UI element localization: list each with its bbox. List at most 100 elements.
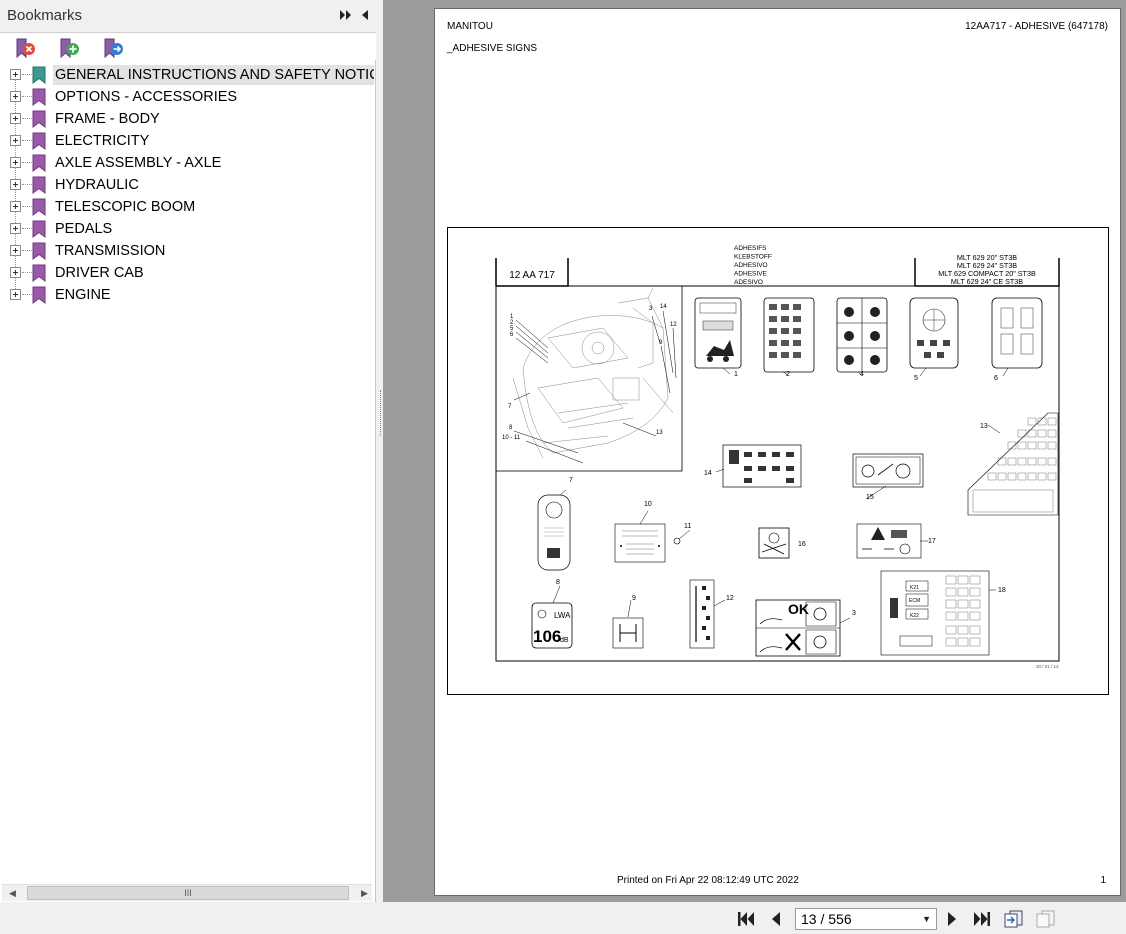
first-page-icon[interactable] xyxy=(736,909,756,929)
scroll-left-icon[interactable]: ◀ xyxy=(9,888,19,899)
last-page-icon[interactable] xyxy=(972,909,992,929)
svg-text:15: 15 xyxy=(866,494,874,501)
expand-icon[interactable] xyxy=(10,267,21,278)
svg-text:10: 10 xyxy=(644,501,652,508)
expand-icon[interactable] xyxy=(10,113,21,124)
expand-icon[interactable] xyxy=(10,201,21,212)
sticker-10: 10 xyxy=(614,501,666,563)
tree-connector xyxy=(22,228,32,229)
bookmark-item[interactable]: AXLE ASSEMBLY - AXLE xyxy=(0,152,376,174)
title-lines: ADHESIFS KLEBSTOFFADHESIVO ADHESIVEADESIVO xyxy=(734,245,772,286)
tree-connector xyxy=(22,294,32,295)
tree-connector xyxy=(22,118,32,119)
bookmark-label[interactable]: FRAME - BODY xyxy=(53,109,162,129)
bookmark-icon xyxy=(32,220,46,238)
expand-icon[interactable] xyxy=(10,69,21,80)
bookmark-item[interactable]: TELESCOPIC BOOM xyxy=(0,196,376,218)
bookmark-item[interactable]: GENERAL INSTRUCTIONS AND SAFETY NOTICE xyxy=(0,64,376,86)
bookmark-label[interactable]: PEDALS xyxy=(53,219,114,239)
bookmark-label[interactable]: ELECTRICITY xyxy=(53,131,151,151)
cab-callout: 12 xyxy=(670,322,677,328)
next-view-icon[interactable] xyxy=(1036,909,1056,929)
model-list: MLT 629 20" ST3BMLT 629 24" ST3BMLT 629 … xyxy=(938,253,1036,286)
bookmark-icon xyxy=(32,110,46,128)
bookmark-label[interactable]: TELESCOPIC BOOM xyxy=(53,197,197,217)
bookmark-icon xyxy=(32,154,46,172)
sticker-2: 2 xyxy=(763,297,815,378)
previous-view-icon[interactable] xyxy=(1004,909,1024,929)
svg-text:3: 3 xyxy=(852,610,856,617)
bookmarks-title: Bookmarks xyxy=(7,7,83,24)
sticker-13: 13 xyxy=(967,412,1059,516)
bookmark-item[interactable]: PEDALS xyxy=(0,218,376,240)
delete-bookmark-icon[interactable] xyxy=(14,37,36,59)
bookmark-icon xyxy=(32,286,46,304)
sticker-3: OK 3 xyxy=(755,599,856,657)
bookmark-icon xyxy=(32,132,46,150)
splitter-grip[interactable] xyxy=(380,390,382,436)
bookmarks-header: Bookmarks xyxy=(0,0,376,32)
svg-text:18: 18 xyxy=(998,587,1006,594)
bookmark-label[interactable]: HYDRAULIC xyxy=(53,175,141,195)
svg-text:6: 6 xyxy=(994,375,998,382)
svg-text:13: 13 xyxy=(980,423,988,430)
fast-forward-icon[interactable] xyxy=(339,8,353,22)
bookmark-item[interactable]: OPTIONS - ACCESSORIES xyxy=(0,86,376,108)
expand-icon[interactable] xyxy=(10,135,21,146)
page-number-field[interactable]: 13 / 556 ▼ xyxy=(795,908,937,930)
svg-text:8: 8 xyxy=(556,579,560,586)
expand-icon[interactable] xyxy=(10,157,21,168)
sticker-18: K21 ECM K22 18 xyxy=(880,570,1006,656)
tree-connector xyxy=(22,162,32,163)
expand-icon[interactable] xyxy=(10,179,21,190)
bookmarks-toolbar xyxy=(0,32,376,60)
previous-page-icon[interactable] xyxy=(766,909,786,929)
bookmark-item[interactable]: ELECTRICITY xyxy=(0,130,376,152)
scroll-right-icon[interactable]: ▶ xyxy=(361,888,371,899)
tree-connector xyxy=(22,184,32,185)
title-line: ADESIVO xyxy=(734,279,763,286)
cab-callouts: 12567810 - 113 1412913 xyxy=(502,304,677,441)
sticker-17: 17 xyxy=(856,523,936,559)
sticker-5: 5 xyxy=(909,297,959,382)
cab-callout: 7 xyxy=(508,404,512,410)
bookmark-item[interactable]: FRAME - BODY xyxy=(0,108,376,130)
svg-text:16: 16 xyxy=(798,541,806,548)
bookmark-item[interactable]: TRANSMISSION xyxy=(0,240,376,262)
bookmark-label[interactable]: DRIVER CAB xyxy=(53,263,146,283)
bookmark-label[interactable]: ENGINE xyxy=(53,285,113,305)
collapse-left-icon[interactable] xyxy=(358,8,372,22)
relay-ecm: ECM xyxy=(909,598,920,604)
sticker-12: 12 xyxy=(689,579,734,649)
title-line: ADHESIFS xyxy=(734,245,767,252)
svg-text:14: 14 xyxy=(704,470,712,477)
bookmark-item[interactable]: ENGINE xyxy=(0,284,376,306)
sticker-8: LWA 106 dB 8 xyxy=(531,579,573,649)
bookmark-label[interactable]: GENERAL INSTRUCTIONS AND SAFETY NOTICE xyxy=(53,65,374,85)
sticker-6: 6 xyxy=(991,297,1043,382)
tree-connector xyxy=(22,74,32,75)
tree-connector xyxy=(22,272,32,273)
goto-bookmark-icon[interactable] xyxy=(102,37,124,59)
next-page-icon[interactable] xyxy=(942,909,962,929)
svg-text:12: 12 xyxy=(726,595,734,602)
tree-connector xyxy=(22,206,32,207)
tree-connector xyxy=(22,140,32,141)
part-code: 12 AA 717 xyxy=(509,270,555,281)
bookmark-icon xyxy=(32,88,46,106)
bookmark-label[interactable]: OPTIONS - ACCESSORIES xyxy=(53,87,239,107)
expand-icon[interactable] xyxy=(10,289,21,300)
expand-icon[interactable] xyxy=(10,223,21,234)
expand-icon[interactable] xyxy=(10,245,21,256)
scrollbar-thumb[interactable]: III xyxy=(27,886,349,900)
bookmark-item[interactable]: HYDRAULIC xyxy=(0,174,376,196)
title-line: ADHESIVE xyxy=(734,271,768,278)
sticker-11: 11 xyxy=(673,523,691,545)
bookmark-label[interactable]: AXLE ASSEMBLY - AXLE xyxy=(53,153,223,173)
horizontal-scrollbar[interactable]: ◀ III ▶ xyxy=(2,884,372,901)
chevron-down-icon[interactable]: ▼ xyxy=(922,909,931,929)
add-bookmark-icon[interactable] xyxy=(58,37,80,59)
expand-icon[interactable] xyxy=(10,91,21,102)
bookmark-item[interactable]: DRIVER CAB xyxy=(0,262,376,284)
bookmark-label[interactable]: TRANSMISSION xyxy=(53,241,167,261)
